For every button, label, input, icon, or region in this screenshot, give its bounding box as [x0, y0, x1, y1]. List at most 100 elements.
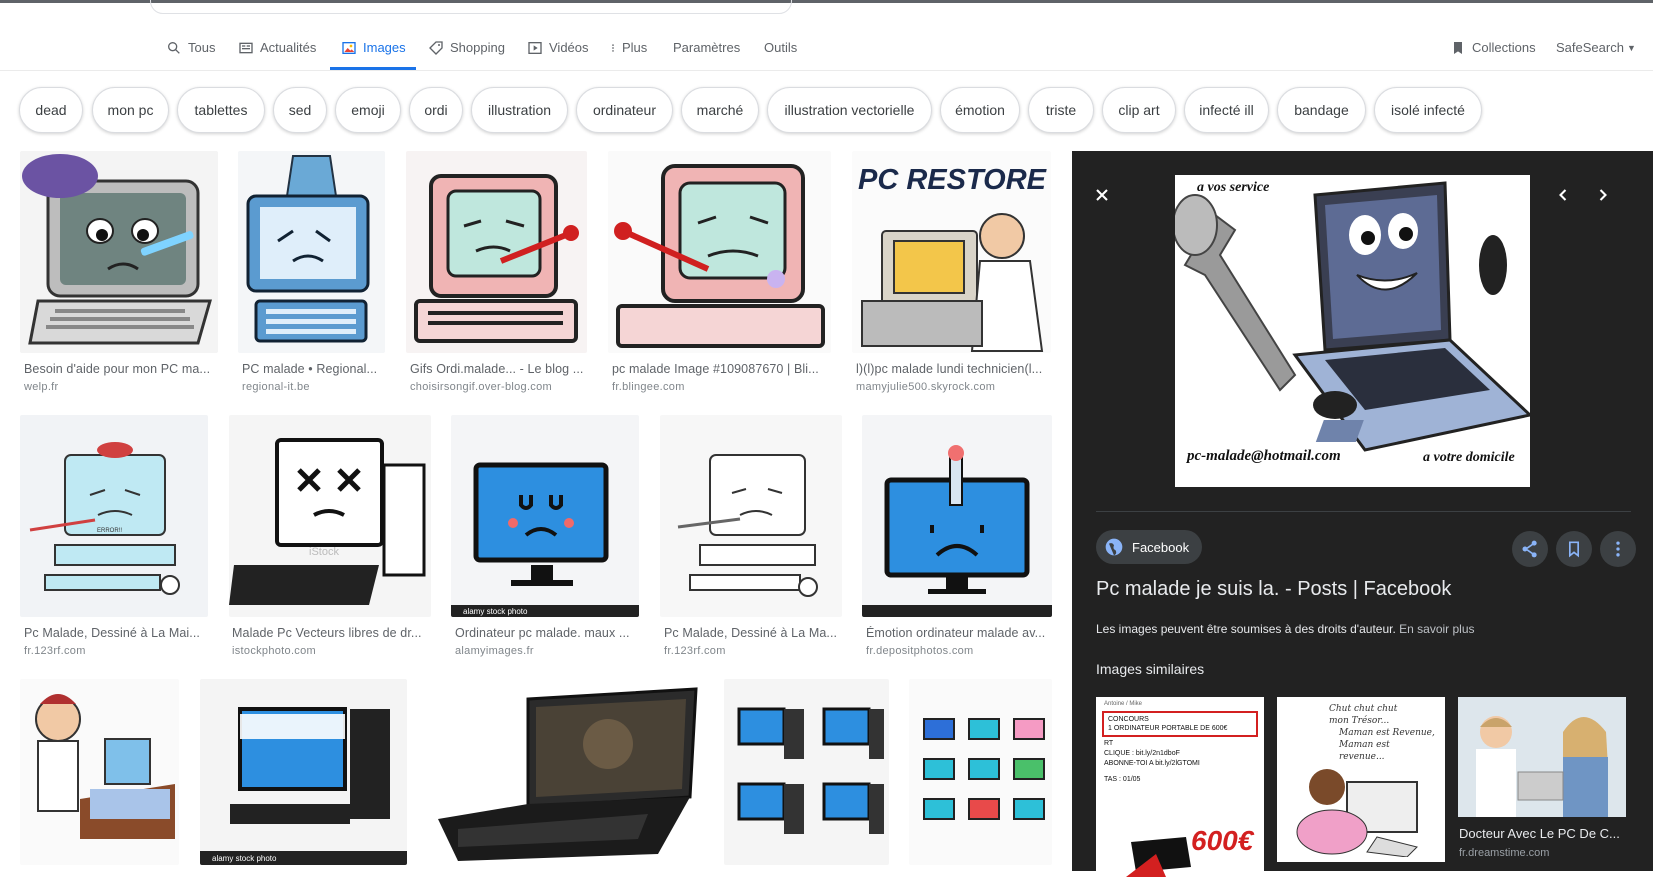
chip-tablettes[interactable]: tablettes	[177, 87, 265, 133]
chip-sed[interactable]: sed	[273, 87, 327, 133]
result-domain: fr.123rf.com	[24, 645, 86, 657]
globe-icon	[1105, 538, 1123, 556]
chip-label: emoji	[351, 102, 385, 118]
image-preview-panel: a vos service pc-malade@hotmail.com a vo…	[1072, 151, 1653, 877]
close-preview-button[interactable]	[1086, 179, 1118, 211]
tab-videos[interactable]: Vidéos	[527, 40, 589, 70]
tab-shopping[interactable]: Shopping	[428, 40, 505, 70]
contest-box: CONCOURS 1 ORDINATEUR PORTABLE DE 600€	[1102, 711, 1258, 737]
result-image-emoji-grid[interactable]	[909, 679, 1052, 865]
tab-tools[interactable]: Outils	[764, 40, 797, 70]
similar-image-contest[interactable]: Antoine / Mike CONCOURS 1 ORDINATEUR POR…	[1096, 697, 1264, 877]
preview-text-bottom: a votre domicile	[1423, 450, 1515, 465]
chip-bandage[interactable]: bandage	[1277, 87, 1366, 133]
tab-images[interactable]: Images	[341, 40, 406, 70]
result-caption[interactable]: Malade Pc Vecteurs libres de dr...	[232, 626, 432, 640]
result-image-gaming-laptop[interactable]	[428, 679, 704, 865]
bookmark-icon	[1454, 42, 1462, 54]
safesearch-button[interactable]: SafeSearch ▼	[1556, 40, 1636, 70]
chip-marche[interactable]: marché	[681, 87, 759, 133]
chip-ordi[interactable]: ordi	[409, 87, 463, 133]
search-box-edge[interactable]	[150, 0, 792, 14]
result-caption[interactable]: Pc Malade, Dessiné à La Mai...	[24, 626, 209, 640]
result-image-sick-laptop[interactable]	[20, 151, 218, 353]
chip-ordinateur[interactable]: ordinateur	[576, 87, 673, 133]
result-image-blingee-pc[interactable]	[608, 151, 831, 353]
result-domain: fr.depositphotos.com	[866, 645, 974, 657]
erroril-text: ERROR!!	[97, 528, 122, 534]
result-image-sad-monitor-bandage[interactable]: alamy stock photo	[451, 415, 639, 617]
caret-down-icon: ▼	[1626, 43, 1636, 53]
chip-label: isolé infecté	[1391, 102, 1465, 118]
result-image-pink-pc-thermometer[interactable]	[406, 151, 587, 353]
result-image-monitor-emojis[interactable]	[724, 679, 889, 865]
search-tabs: Tous Actualités Images Shopping Vidéos P…	[0, 30, 1653, 70]
similar-line: CONCOURS	[1108, 716, 1149, 723]
result-caption[interactable]: pc malade Image #109087670 | Bli...	[612, 362, 827, 376]
chevron-left-icon	[1559, 189, 1567, 201]
girl-computer-drawing	[1296, 769, 1418, 857]
next-image-button[interactable]	[1587, 179, 1619, 211]
chip-label: sed	[288, 102, 312, 118]
result-caption[interactable]: PC malade • Regional...	[242, 362, 387, 376]
result-image-drawn-pc-2[interactable]	[660, 415, 842, 617]
result-caption[interactable]: Émotion ordinateur malade av...	[866, 626, 1051, 640]
chip-isole-infecte[interactable]: isolé infecté	[1374, 87, 1482, 133]
save-button[interactable]	[1556, 531, 1592, 567]
chip-infecte-ill[interactable]: infecté ill	[1184, 87, 1269, 133]
result-image-blue-pc[interactable]	[238, 151, 385, 353]
chip-clip-art[interactable]: clip art	[1102, 87, 1176, 133]
share-button[interactable]	[1512, 531, 1548, 567]
chip-label: illustration	[487, 102, 552, 118]
bookmark-outline-icon	[1569, 541, 1579, 558]
chip-illustration-vectorielle[interactable]: illustration vectorielle	[767, 87, 932, 133]
panel-divider	[1096, 511, 1631, 512]
preview-image[interactable]: a vos service pc-malade@hotmail.com a vo…	[1175, 175, 1530, 487]
chip-emotion[interactable]: émotion	[940, 87, 1020, 133]
similar-image-doctor[interactable]	[1458, 697, 1626, 817]
similar-line: Maman est Revenue,	[1339, 728, 1435, 738]
preview-title[interactable]: Pc malade je suis la. - Posts | Facebook	[1096, 578, 1451, 601]
chip-triste[interactable]: triste	[1028, 87, 1094, 133]
doctor-photo	[1458, 697, 1626, 817]
result-image-emotion-monitor[interactable]	[862, 415, 1052, 617]
result-image-pc-restore[interactable]: PC RESTORE	[852, 151, 1051, 353]
tab-label: Images	[363, 40, 406, 55]
result-caption[interactable]: Pc Malade, Dessiné à La Ma...	[664, 626, 842, 640]
chip-mon-pc[interactable]: mon pc	[92, 87, 169, 133]
result-image-dead-pc[interactable]: iStock	[229, 415, 431, 617]
source-chip[interactable]: Facebook	[1096, 530, 1203, 564]
tab-all[interactable]: Tous	[166, 40, 215, 70]
result-caption[interactable]: Besoin d'aide pour mon PC ma...	[24, 362, 219, 376]
laptop-wrench-illustration: a vos service pc-malade@hotmail.com a vo…	[1175, 180, 1530, 465]
nurse-bed-illustration	[20, 679, 179, 865]
learn-more-link[interactable]: En savoir plus	[1399, 622, 1474, 636]
more-vert-icon	[1616, 541, 1620, 557]
tab-news[interactable]: Actualités	[238, 40, 316, 70]
more-options-button[interactable]	[1600, 531, 1636, 567]
similar-image-girl-computer[interactable]: Chut chut chut mon Trésor... Maman est R…	[1277, 697, 1445, 862]
tab-settings[interactable]: Paramètres	[673, 40, 740, 70]
result-image-nurse-bed[interactable]	[20, 679, 179, 865]
play-icon	[528, 42, 542, 54]
chip-label: infecté ill	[1199, 102, 1254, 118]
result-caption[interactable]: l)(l)pc malade lundi technicien(l...	[856, 362, 1051, 376]
chip-illustration[interactable]: illustration	[471, 87, 568, 133]
result-image-drawn-pc-1[interactable]: ERROR!!	[20, 415, 208, 617]
result-image-bandaged-pc[interactable]: alamy stock photo	[200, 679, 407, 865]
previous-image-button[interactable]	[1547, 179, 1579, 211]
search-icon	[168, 42, 180, 54]
drawn-pc-illustration: ERROR!!	[20, 415, 208, 617]
chip-label: ordinateur	[592, 102, 657, 118]
chip-dead[interactable]: dead	[19, 87, 83, 133]
chip-label: bandage	[1294, 102, 1349, 118]
result-caption[interactable]: Ordinateur pc malade. maux ...	[455, 626, 643, 640]
result-caption[interactable]: Gifs Ordi.malade... - Le blog ...	[410, 362, 588, 376]
result-domain: alamyimages.fr	[455, 645, 534, 657]
tab-more[interactable]: Plus	[608, 40, 647, 70]
similar-caption[interactable]: Docteur Avec Le PC De C...	[1459, 826, 1620, 841]
collections-button[interactable]: Collections	[1450, 40, 1536, 70]
blingee-pc-illustration	[608, 151, 831, 353]
result-domain: istockphoto.com	[232, 645, 316, 657]
chip-emoji[interactable]: emoji	[335, 87, 401, 133]
